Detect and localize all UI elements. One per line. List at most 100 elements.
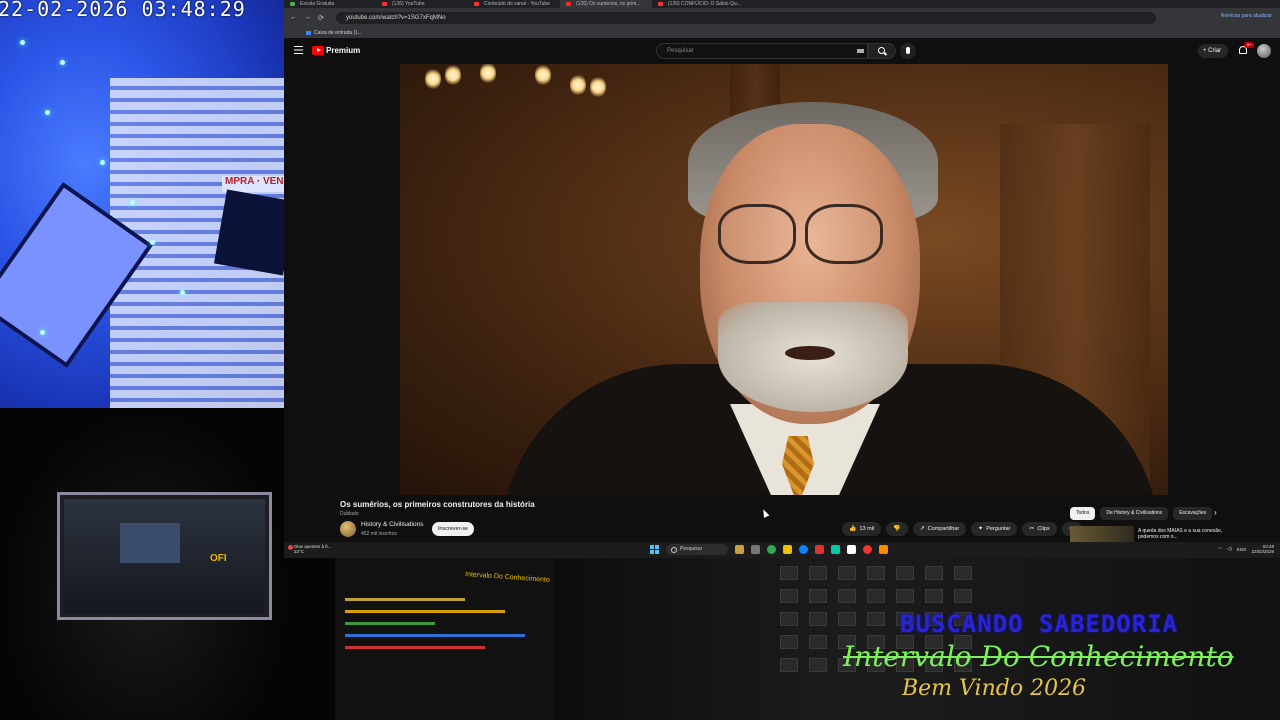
folder-icon[interactable] — [783, 545, 792, 554]
chandelier-light — [590, 76, 606, 98]
youtube-brand[interactable]: Premium — [326, 46, 360, 55]
led-light — [60, 60, 65, 65]
weather-icon — [288, 545, 293, 550]
language-indicator[interactable]: ENG — [1237, 547, 1247, 552]
led-light — [100, 160, 105, 165]
recommended-thumbnail[interactable] — [1070, 526, 1134, 542]
daw-title: Intervalo Do Conhecimento — [464, 571, 550, 584]
task-view-icon[interactable] — [751, 545, 760, 554]
secondary-monitor: OFI — [57, 492, 272, 620]
chip-excavations[interactable]: Escavações — [1173, 507, 1213, 520]
browser-tab[interactable]: (126) YouTube — [376, 0, 468, 8]
search-input[interactable]: Pesquisar — [656, 43, 868, 59]
daw-lane — [345, 610, 505, 613]
tab-label: (126) YouTube — [392, 1, 425, 7]
search-button[interactable] — [868, 43, 896, 59]
dislike-button[interactable]: 👎 — [886, 522, 908, 536]
clip-button[interactable]: ✂ Clips — [1022, 522, 1057, 536]
volume-icon[interactable]: ◁) — [1227, 546, 1232, 552]
speaker-mouth — [785, 346, 835, 360]
avatar[interactable] — [1257, 44, 1271, 58]
wifi-icon[interactable]: ◠ — [1218, 546, 1222, 552]
overlay-headline: BUSCANDO SABEDORIA — [900, 610, 1179, 638]
address-bar: ← → ⟳ youtube.com/watch?v=1SG7xFqMNo Rei… — [284, 8, 1280, 28]
recommended-title[interactable]: A queda dos MAIAS e a sua conexão, podem… — [1138, 528, 1230, 540]
bookmarks-bar: Caixa de entrada (1... — [284, 28, 1280, 38]
video-title: Os sumérios, os primeiros construtores d… — [340, 500, 535, 509]
camera-timestamp: 22-02-2026 03:48:29 — [0, 0, 246, 21]
subscriber-count: 452 mil inscritos — [361, 531, 397, 537]
chandelier-light — [570, 74, 586, 96]
browser-window: Escola Gratuita (126) YouTube Conteúdo d… — [284, 0, 1280, 542]
reload-icon[interactable]: ⟳ — [318, 14, 324, 22]
tab-favicon — [566, 2, 571, 6]
glasses-lens — [805, 204, 883, 264]
notification-badge: 9+ — [1244, 42, 1254, 48]
app-icon[interactable] — [847, 545, 856, 554]
dislike-icon: 👎 — [893, 526, 901, 532]
led-light — [20, 40, 25, 45]
mouse-cursor-icon — [760, 508, 770, 518]
led-light — [150, 240, 155, 245]
like-icon: 👍 — [849, 526, 857, 532]
daw-screen: Intervalo Do Conhecimento — [335, 558, 555, 720]
taskbar-apps: Pesquisar — [650, 544, 888, 555]
vlc-icon[interactable] — [879, 545, 888, 554]
browser-tab-active[interactable]: (126) Os sumérios, os prim... — [560, 0, 652, 8]
share-button[interactable]: ↗ Compartilhar — [912, 522, 967, 536]
relaunch-button[interactable]: Reiniciar para atualizar — [1221, 13, 1272, 19]
tab-favicon — [474, 2, 479, 6]
browser-tab[interactable]: (126) CONFÚCIO: O Sábio Qu... — [652, 0, 744, 8]
start-icon[interactable] — [650, 545, 659, 554]
chandelier-light — [480, 64, 496, 84]
weather-temp: 23°C — [294, 549, 305, 554]
like-button[interactable]: 👍 13 mil — [842, 522, 882, 536]
keyboard-icon[interactable] — [857, 49, 864, 53]
chevron-right-icon[interactable]: › — [1214, 508, 1217, 517]
create-button[interactable]: + Criar — [1198, 44, 1228, 58]
chip-all[interactable]: Todos — [1070, 507, 1096, 520]
edge-icon[interactable] — [799, 545, 808, 554]
chip-channel[interactable]: De History & Civilisations — [1100, 507, 1169, 520]
secondary-monitor-video — [120, 523, 180, 563]
tab-strip: Escola Gratuita (126) YouTube Conteúdo d… — [284, 0, 1280, 8]
security-camera-feed: MPRA · VEN 22-02-2026 03:48:29 — [0, 0, 284, 408]
ask-button[interactable]: ✦ Perguntar — [971, 522, 1018, 536]
forward-icon[interactable]: → — [304, 14, 311, 21]
daw-lane — [345, 598, 465, 601]
led-light — [40, 330, 45, 335]
led-light — [130, 200, 135, 205]
widgets-icon[interactable] — [735, 545, 744, 554]
recommendation-chips: Todos De History & Civilisations Escavaç… — [1070, 507, 1213, 520]
channel-name[interactable]: History & Civilisations — [361, 521, 424, 528]
channel-avatar[interactable] — [340, 521, 356, 537]
mic-icon[interactable] — [900, 43, 916, 59]
app-icon[interactable] — [815, 545, 824, 554]
windows-taskbar: Dias quentes à fr... 23°C Pesquisar ◠ ◁)… — [284, 542, 1280, 558]
like-count: 13 mil — [859, 526, 875, 532]
clock-date: 22/02/2026 — [1251, 549, 1274, 554]
video-player[interactable] — [400, 64, 1168, 495]
audio-track-label: Dublado — [340, 511, 359, 517]
chandelier-light — [445, 64, 461, 86]
chrome-icon[interactable] — [767, 545, 776, 554]
taskbar-search[interactable]: Pesquisar — [666, 544, 728, 555]
subscribe-button[interactable]: Inscrever-se — [432, 522, 474, 536]
clock[interactable]: 03:48 22/02/2026 — [1251, 544, 1274, 554]
bookmark-item[interactable]: Caixa de entrada (1... — [314, 30, 362, 36]
speaker-box — [214, 189, 284, 276]
clip-label: Clips — [1037, 526, 1050, 532]
browser-tab[interactable]: Escola Gratuita — [284, 0, 376, 8]
daw-lane — [345, 634, 525, 637]
youtube-logo-icon[interactable] — [312, 46, 324, 55]
weather-widget[interactable]: Dias quentes à fr... 23°C — [288, 544, 332, 554]
screen-capture: MPRA · VEN 22-02-2026 03:48:29 OFI Inter… — [0, 0, 1280, 720]
back-icon[interactable]: ← — [290, 14, 297, 21]
mail-icon — [306, 31, 311, 35]
search-icon — [878, 47, 885, 54]
obs-icon[interactable] — [863, 545, 872, 554]
url-field[interactable]: youtube.com/watch?v=1SG7xFqMNo — [336, 12, 1156, 24]
menu-icon[interactable] — [294, 46, 303, 54]
app-icon[interactable] — [831, 545, 840, 554]
browser-tab[interactable]: Conteúdo do canal - YouTube — [468, 0, 560, 8]
